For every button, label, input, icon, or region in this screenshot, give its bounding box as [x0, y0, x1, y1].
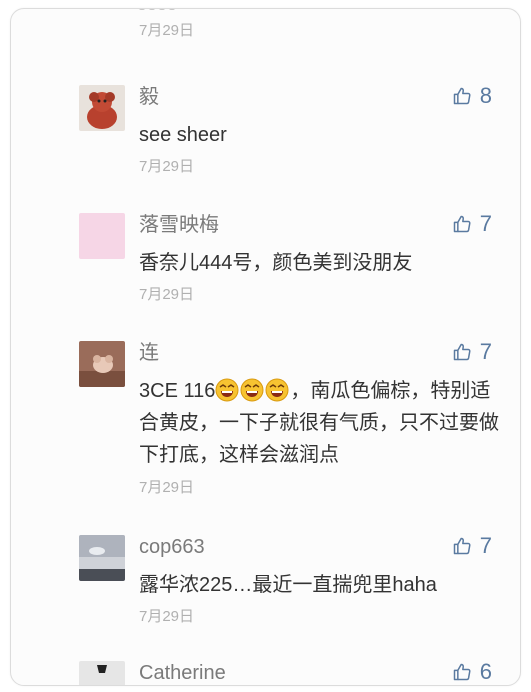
avatar[interactable] — [79, 535, 125, 581]
comment-date: 7月29日 — [139, 479, 195, 496]
comment-text: see sheer — [139, 124, 227, 146]
like-button[interactable]: 7 — [452, 211, 492, 237]
laughing-face-icon — [265, 378, 289, 402]
comment-date: 7月29日 — [139, 158, 195, 175]
like-count: 6 — [479, 659, 492, 684]
like-button[interactable]: 8 — [452, 83, 492, 109]
comment-text: 露华浓225…最近一直揣兜里haha — [139, 574, 437, 596]
avatar[interactable] — [79, 213, 125, 259]
thumbs-up-icon — [453, 663, 471, 681]
comment-date: 7月29日 — [139, 608, 195, 625]
avatar[interactable] — [79, 661, 125, 685]
comment-list[interactable]: 7月29日 毅 8 see sheer 7月29日 落雪映梅 7 香奈儿444号… — [10, 8, 521, 686]
comment-text: 3CE 116 ，南瓜色偏棕，特别适合黄皮，一下子就很有气质，只不过要做下打底，这… — [139, 375, 499, 471]
laughing-face-icon — [240, 378, 264, 402]
avatar[interactable] — [79, 85, 125, 131]
comment-text-start: 3CE 116 — [139, 380, 216, 402]
commenter-name[interactable]: cop663 — [139, 535, 205, 559]
like-count: 8 — [479, 83, 492, 108]
commenter-name[interactable]: 落雪映梅 — [139, 213, 219, 237]
previous-comment-text-cut — [139, 9, 299, 10]
commenter-name[interactable]: 连 — [139, 341, 159, 365]
comment-date: 7月29日 — [139, 286, 195, 303]
like-count: 7 — [479, 339, 492, 364]
comment-text: 香奈儿444号，颜色美到没朋友 — [139, 252, 413, 274]
thumbs-up-icon — [453, 343, 471, 361]
avatar[interactable] — [79, 341, 125, 387]
like-count: 7 — [479, 211, 492, 236]
thumbs-up-icon — [453, 537, 471, 555]
commenter-name[interactable]: Catherine — [139, 661, 226, 685]
like-count: 7 — [479, 533, 492, 558]
like-button[interactable]: 6 — [452, 659, 492, 685]
commenter-name[interactable]: 毅 — [139, 85, 159, 109]
previous-comment-date: 7月29日 — [139, 22, 195, 39]
laughing-face-icon — [215, 378, 239, 402]
thumbs-up-icon — [453, 215, 471, 233]
like-button[interactable]: 7 — [452, 533, 492, 559]
thumbs-up-icon — [453, 87, 471, 105]
like-button[interactable]: 7 — [452, 339, 492, 365]
